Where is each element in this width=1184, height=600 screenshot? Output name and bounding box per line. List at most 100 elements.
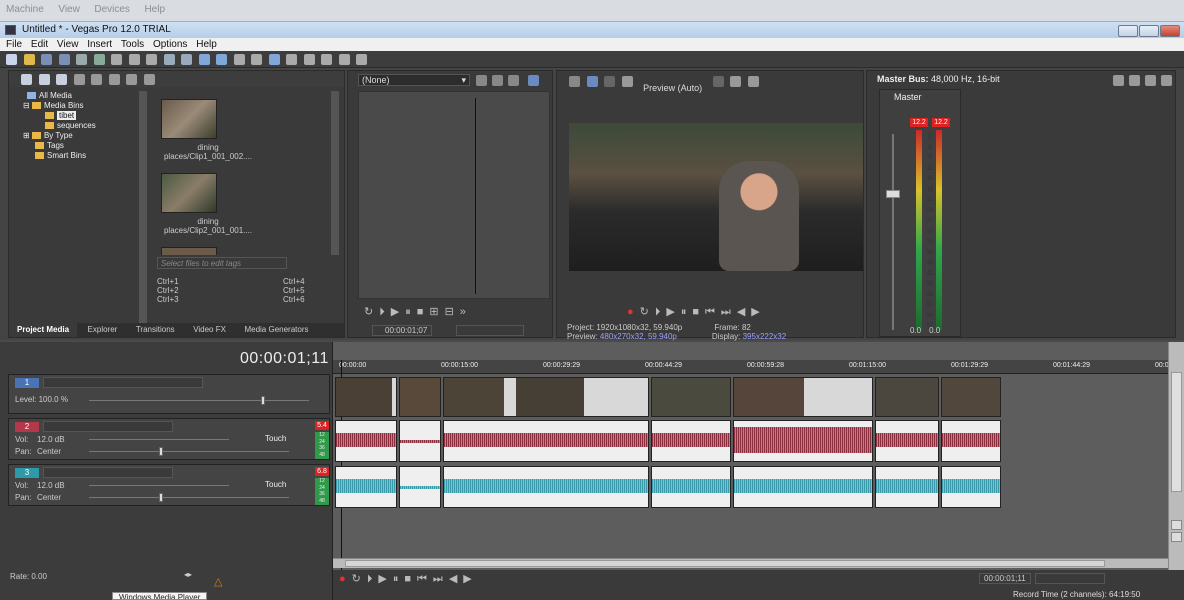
zoom-in-button[interactable] bbox=[1171, 520, 1182, 530]
more-icon[interactable]: » bbox=[460, 306, 466, 318]
auto-ripple-icon[interactable] bbox=[303, 54, 315, 65]
tree-item-smart-bins[interactable]: Smart Bins bbox=[19, 151, 147, 161]
horizontal-scrollbar[interactable] bbox=[333, 558, 1168, 568]
import-media-icon[interactable] bbox=[21, 74, 32, 85]
timeline[interactable]: 00:00:00 00:00:15:00 00:00:29:29 00:00:44:2… bbox=[333, 342, 1169, 570]
selection-length-field[interactable] bbox=[1035, 573, 1105, 584]
trimmer-close-icon[interactable] bbox=[508, 75, 519, 86]
video-clip[interactable] bbox=[875, 377, 939, 417]
trimmer-selection-field[interactable] bbox=[456, 325, 524, 336]
maximize-button[interactable] bbox=[1139, 25, 1159, 37]
get-media-icon[interactable] bbox=[56, 74, 68, 85]
pause-icon[interactable]: ⏸ bbox=[393, 573, 399, 585]
tree-item-tibet[interactable]: tibet bbox=[19, 111, 147, 121]
track-header-audio[interactable]: 3 6.8 Vol: 12.0 dB Pan: Center Touch 12 24 3… bbox=[8, 464, 330, 506]
tab-video-fx[interactable]: Video FX bbox=[185, 323, 234, 337]
open-icon[interactable] bbox=[23, 54, 35, 65]
audio-clip[interactable] bbox=[651, 466, 731, 508]
video-fx-icon[interactable] bbox=[604, 76, 616, 87]
save-as-icon[interactable] bbox=[58, 54, 70, 65]
zoom-tool-icon[interactable] bbox=[251, 54, 263, 65]
audio-clip[interactable] bbox=[875, 466, 939, 508]
downmix-icon[interactable] bbox=[1129, 75, 1140, 86]
trimmer-options-icon[interactable] bbox=[476, 75, 487, 86]
record-icon[interactable]: ● bbox=[627, 306, 634, 318]
track-name-field[interactable] bbox=[43, 421, 173, 432]
scrollbar-thumb[interactable] bbox=[1171, 372, 1182, 492]
audio-clip[interactable] bbox=[733, 420, 873, 462]
ignore-grouping-icon[interactable] bbox=[338, 54, 350, 65]
redo-icon[interactable] bbox=[181, 54, 193, 65]
menu-file[interactable]: File bbox=[6, 39, 22, 50]
close-button[interactable] bbox=[1160, 25, 1180, 37]
video-clip[interactable] bbox=[443, 377, 649, 417]
master-fader[interactable] bbox=[886, 190, 900, 198]
capture-icon[interactable] bbox=[38, 74, 50, 85]
snapping-icon[interactable] bbox=[268, 54, 280, 65]
go-to-start-icon[interactable]: ⏮ bbox=[417, 573, 427, 585]
next-frame-icon[interactable]: ▶ bbox=[463, 573, 471, 585]
level-slider-handle[interactable] bbox=[261, 396, 265, 405]
video-clip[interactable] bbox=[399, 377, 441, 417]
tree-item-by-type[interactable]: ⊞ By Type bbox=[19, 131, 147, 141]
split-screen-icon[interactable] bbox=[621, 76, 633, 87]
volume-slider[interactable] bbox=[89, 485, 229, 486]
go-to-end-icon[interactable]: ⏭ bbox=[433, 573, 443, 585]
dim-output-icon[interactable] bbox=[1145, 75, 1156, 86]
audio-clip[interactable] bbox=[443, 420, 649, 462]
tab-media-generators[interactable]: Media Generators bbox=[236, 323, 316, 337]
preview-properties-icon[interactable] bbox=[569, 76, 580, 87]
tree-item-tags[interactable]: Tags bbox=[19, 141, 147, 151]
track-header-audio[interactable]: 2 5.4 Vol: 12.0 dB Pan: Center Touch 12 24 3… bbox=[8, 418, 330, 460]
menu-options[interactable]: Options bbox=[153, 39, 187, 50]
video-clip[interactable] bbox=[733, 377, 873, 417]
video-clip[interactable] bbox=[651, 377, 731, 417]
paste-icon[interactable] bbox=[146, 54, 158, 65]
zoom-out-button[interactable] bbox=[1171, 532, 1182, 542]
properties-icon[interactable] bbox=[76, 54, 88, 65]
level-slider[interactable] bbox=[89, 400, 309, 401]
vm-menu-machine[interactable]: Machine bbox=[6, 4, 44, 15]
audio-clip[interactable] bbox=[651, 420, 731, 462]
save-snapshot-icon[interactable] bbox=[747, 76, 759, 87]
audio-clip[interactable] bbox=[335, 466, 397, 508]
audio-clip[interactable] bbox=[399, 420, 441, 462]
lock-envelopes-icon[interactable] bbox=[321, 54, 333, 65]
volume-slider[interactable] bbox=[89, 439, 229, 440]
external-monitor-icon[interactable] bbox=[586, 76, 598, 87]
menu-tools[interactable]: Tools bbox=[121, 39, 144, 50]
pan-slider-handle[interactable] bbox=[159, 447, 163, 456]
go-to-end-icon[interactable]: ⏭ bbox=[721, 306, 731, 318]
trim-icon[interactable]: ⊞ bbox=[429, 306, 438, 318]
auto-crossfade-icon[interactable] bbox=[286, 54, 298, 65]
track-name-field[interactable] bbox=[43, 467, 173, 478]
audio-clip[interactable] bbox=[733, 466, 873, 508]
video-clip[interactable] bbox=[941, 377, 1001, 417]
media-fx-icon[interactable] bbox=[91, 74, 103, 85]
preview-quality-dropdown[interactable]: Preview (Auto) bbox=[643, 83, 702, 93]
render-icon[interactable] bbox=[93, 54, 105, 65]
play-from-start-icon[interactable]: ⏵ bbox=[655, 306, 661, 318]
menu-insert[interactable]: Insert bbox=[87, 39, 112, 50]
new-project-icon[interactable] bbox=[6, 54, 17, 65]
loop-icon[interactable]: ↻ bbox=[640, 306, 649, 318]
automation-mode[interactable]: Touch bbox=[265, 480, 286, 489]
search-media-icon[interactable] bbox=[143, 74, 155, 85]
add-to-timeline-icon[interactable]: ⊟ bbox=[445, 306, 454, 318]
copy-snapshot-icon[interactable] bbox=[730, 76, 742, 87]
loop-icon[interactable]: ↻ bbox=[364, 306, 373, 318]
play-media-icon[interactable] bbox=[108, 74, 120, 85]
play-icon[interactable]: ▶ bbox=[666, 306, 674, 318]
stop-icon[interactable]: ■ bbox=[417, 306, 424, 318]
pan-slider[interactable] bbox=[89, 451, 289, 452]
trimmer-marker-icon[interactable] bbox=[492, 75, 503, 86]
play-from-start-icon[interactable]: ⏵ bbox=[367, 573, 373, 585]
scrollbar-thumb[interactable] bbox=[345, 560, 1105, 567]
vm-menu-help[interactable]: Help bbox=[144, 4, 165, 15]
media-thumbnail[interactable] bbox=[161, 247, 217, 255]
audio-clip[interactable] bbox=[335, 420, 397, 462]
vertical-scrollbar[interactable] bbox=[1168, 342, 1184, 574]
loop-icon[interactable]: ↻ bbox=[352, 573, 361, 585]
rate-slider[interactable]: ◂▸ bbox=[184, 571, 208, 579]
play-icon[interactable]: ▶ bbox=[378, 573, 386, 585]
